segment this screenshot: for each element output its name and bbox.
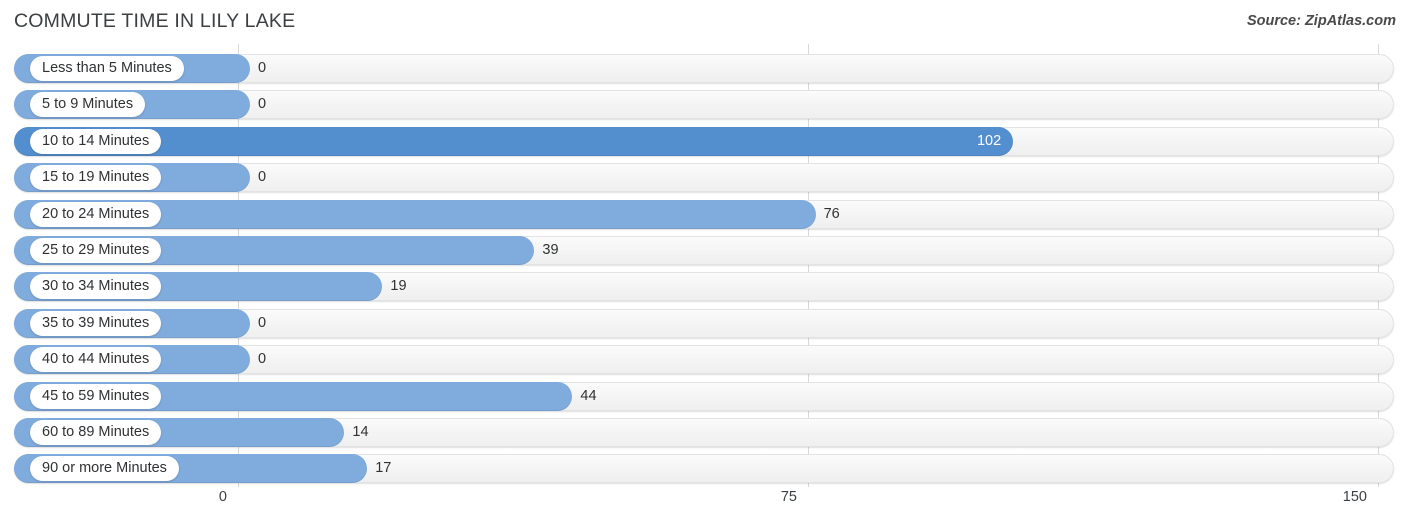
category-label: Less than 5 Minutes [30, 56, 184, 81]
axis-tick-label: 0 [218, 489, 227, 505]
category-label: 40 to 44 Minutes [30, 347, 162, 373]
bar-row[interactable]: 45 to 59 Minutes 44 [14, 381, 1394, 411]
bar-row[interactable]: 90 or more Minutes 17 [14, 454, 1394, 484]
page-title: COMMUTE TIME IN LILY LAKE [14, 10, 296, 32]
bar-row[interactable]: 10 to 14 Minutes 102 [14, 126, 1394, 156]
value-label: 17 [375, 460, 392, 477]
value-label: 0 [258, 96, 267, 113]
category-label: 30 to 34 Minutes [30, 274, 162, 300]
bar-row[interactable]: 40 to 44 Minutes 0 [14, 345, 1394, 375]
x-axis: 0 75 150 [0, 487, 1406, 523]
category-label: 20 to 24 Minutes [30, 201, 162, 227]
bar-row[interactable]: 20 to 24 Minutes 76 [14, 199, 1394, 229]
bar-row[interactable]: 35 to 39 Minutes 0 [14, 308, 1394, 338]
value-label: 76 [823, 205, 840, 222]
value-label: 0 [258, 351, 267, 368]
category-label: 10 to 14 Minutes [30, 128, 162, 154]
value-label: 44 [580, 387, 597, 404]
chart-plot-area: Less than 5 Minutes 0 5 to 9 Minutes 0 10 to… [0, 44, 1406, 487]
bar [14, 126, 1014, 156]
category-label: 5 to 9 Minutes [30, 92, 146, 118]
value-label: 0 [258, 314, 267, 331]
value-label: 19 [390, 278, 407, 295]
bar-row[interactable]: 5 to 9 Minutes 0 [14, 90, 1394, 120]
category-label: 35 to 39 Minutes [30, 310, 162, 336]
category-label: 90 or more Minutes [30, 456, 179, 482]
category-label: 60 to 89 Minutes [30, 420, 162, 445]
axis-tick-label: 75 [780, 489, 797, 505]
value-label: 102 [976, 132, 1002, 149]
bar-row[interactable]: 30 to 34 Minutes 19 [14, 272, 1394, 302]
axis-tick-label: 150 [1342, 489, 1367, 505]
chart-header: COMMUTE TIME IN LILY LAKE Source: ZipAtl… [0, 0, 1406, 44]
value-label: 39 [542, 242, 559, 258]
bar-row[interactable]: 25 to 29 Minutes 39 [14, 236, 1394, 265]
value-label: 0 [258, 169, 267, 186]
bar-row[interactable]: 15 to 19 Minutes 0 [14, 163, 1394, 193]
category-label: 25 to 29 Minutes [30, 238, 162, 263]
value-label: 0 [258, 60, 267, 76]
value-label: 14 [352, 424, 369, 440]
bar-row[interactable]: Less than 5 Minutes 0 [14, 54, 1394, 83]
category-label: 45 to 59 Minutes [30, 383, 162, 409]
bar-row[interactable]: 60 to 89 Minutes 14 [14, 418, 1394, 447]
source-attribution: Source: ZipAtlas.com [1246, 13, 1396, 29]
category-label: 15 to 19 Minutes [30, 165, 162, 191]
